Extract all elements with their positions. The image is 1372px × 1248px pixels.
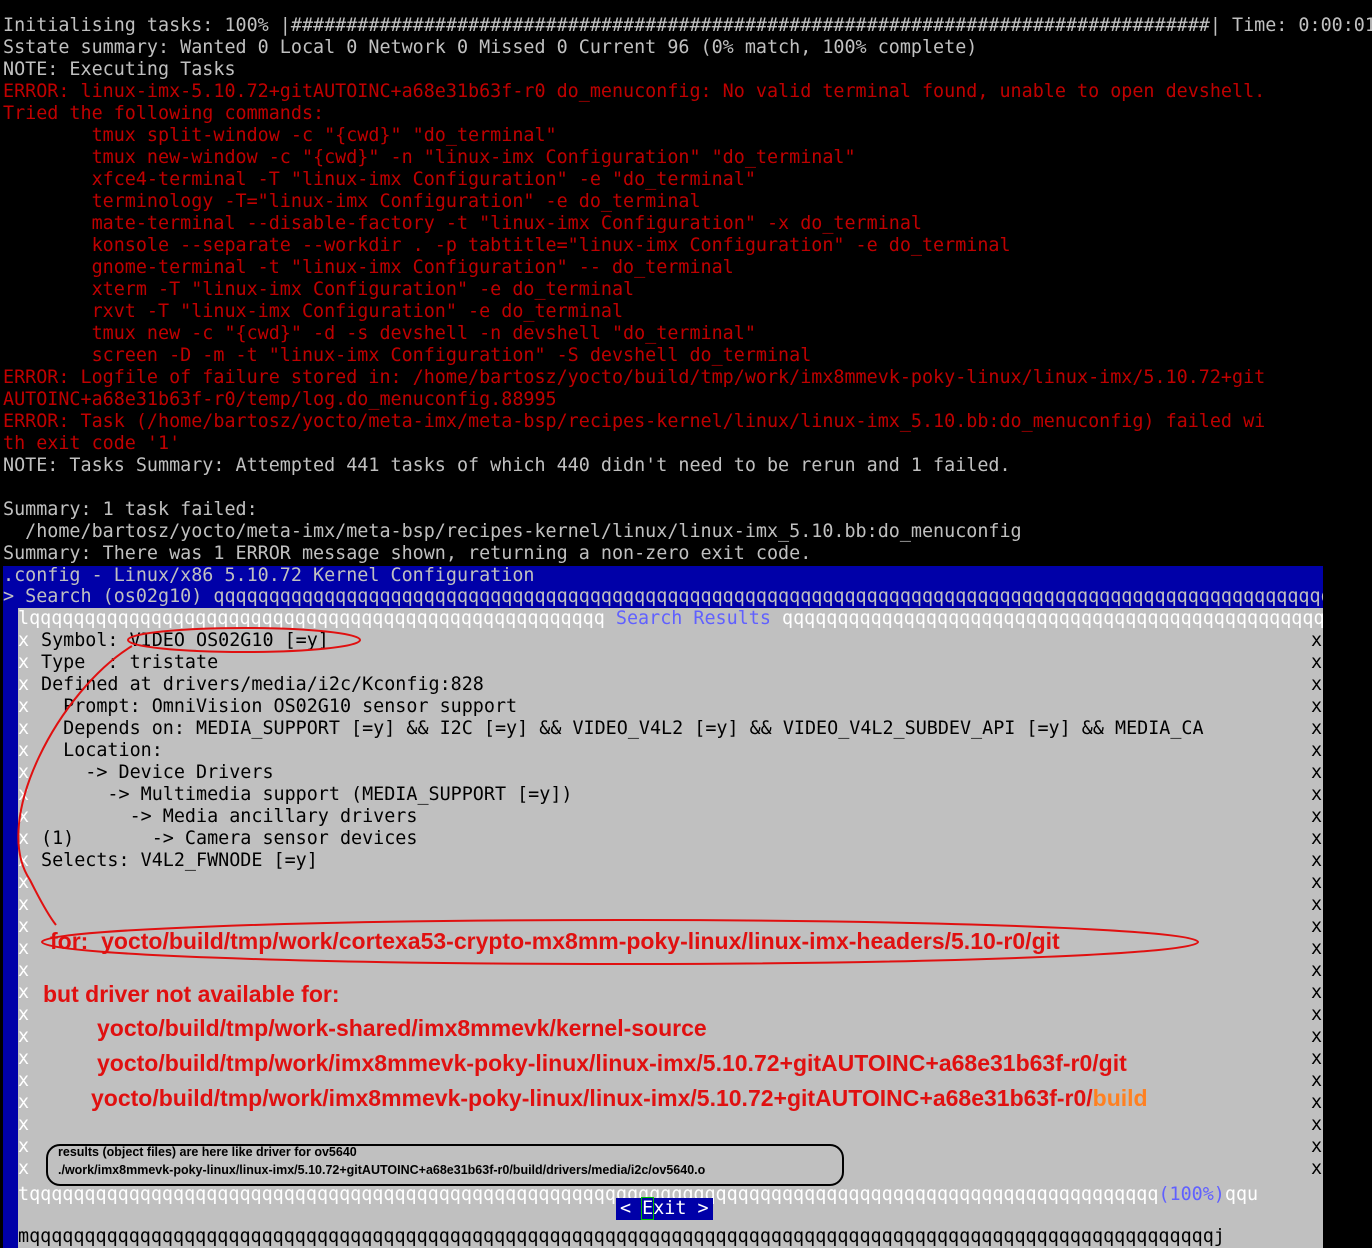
symbol-highlight-ellipse (127, 627, 361, 653)
note-line-2: ./work/imx8mmevk-poky-linux/linux-imx/5.… (58, 1163, 706, 1177)
annotation-for: for: yocto/build/tmp/work/cortexa53-cryp… (50, 928, 1060, 954)
annotation-path-3-suffix: build (1092, 1085, 1148, 1111)
annotation-but: but driver not available for: (43, 981, 340, 1007)
annotation-path-2: yocto/build/tmp/work/imx8mmevk-poky-linu… (97, 1050, 1127, 1076)
annotation-connector (17, 645, 133, 926)
note-line-1: results (object files) are here like dri… (58, 1145, 357, 1159)
annotation-path-3-main: yocto/build/tmp/work/imx8mmevk-poky-linu… (91, 1085, 1093, 1111)
annotation-path-3: yocto/build/tmp/work/imx8mmevk-poky-linu… (91, 1085, 1148, 1112)
annotation-path-1: yocto/build/tmp/work-shared/imx8mmevk/ke… (97, 1015, 707, 1041)
